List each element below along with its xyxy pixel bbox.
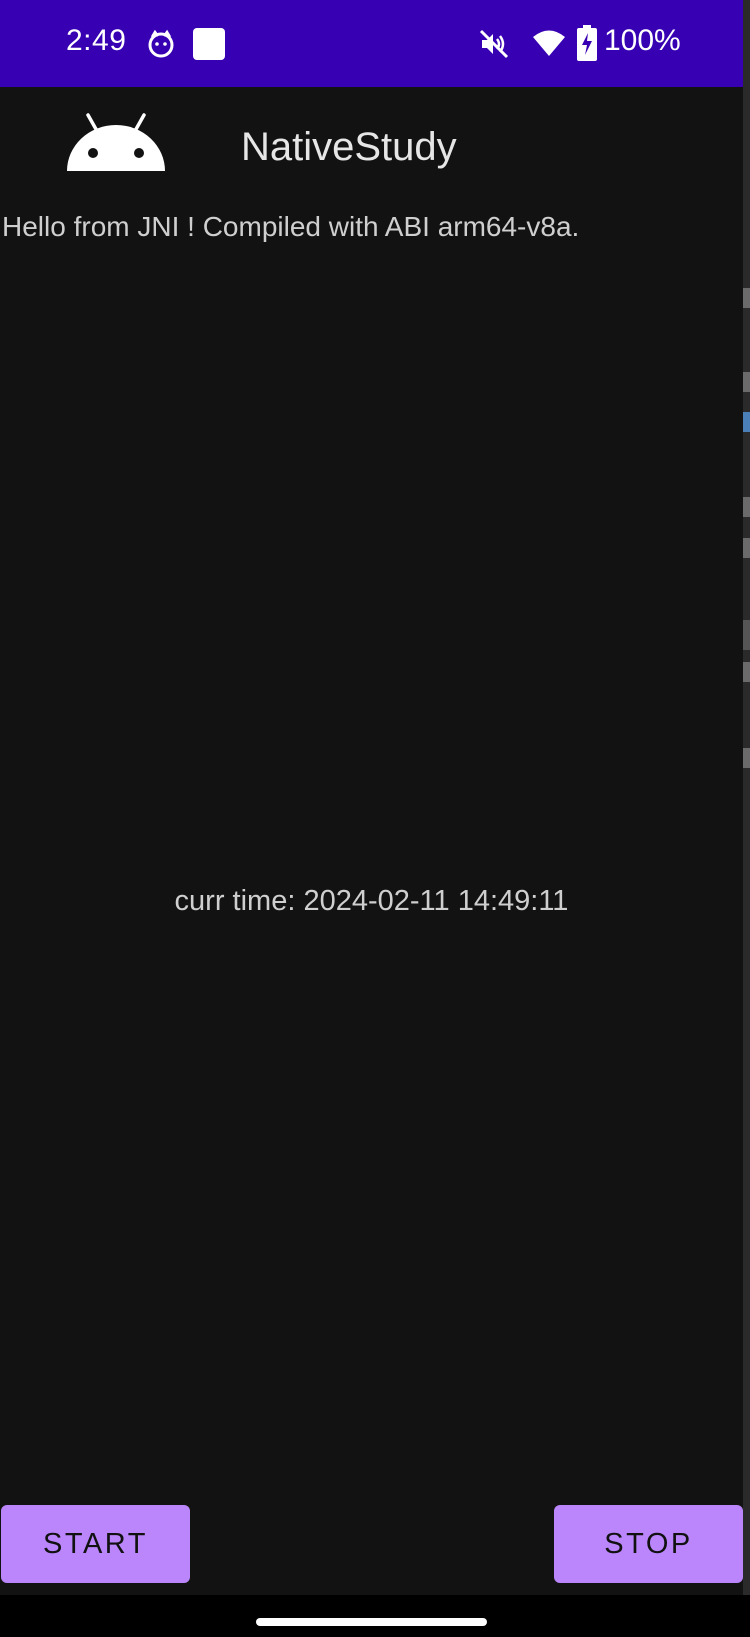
cat-notification-icon [148,29,174,58]
jni-hello-text: Hello from JNI ! Compiled with ABI arm64… [2,211,580,242]
edge-mark [743,748,750,768]
edge-mark [743,620,750,650]
edge-mark [743,497,750,517]
edge-mark [743,662,750,682]
stop-button[interactable]: STOP [554,1505,743,1583]
edge-mark [743,538,750,558]
gesture-handle[interactable] [256,1618,487,1626]
edge-mark [743,372,750,392]
square-notification-icon [193,28,225,60]
mute-icon [479,29,509,59]
status-bar: 2:49 100% [0,0,743,87]
app-title: NativeStudy [241,125,457,169]
edge-mark [743,412,750,432]
battery-charging-icon [577,25,597,61]
start-button[interactable]: START [1,1505,190,1583]
current-time-text: curr time: 2024-02-11 14:49:11 [174,885,569,917]
status-time: 2:49 [66,24,127,57]
phone-screen: 2:49 100% NativeStudy Hello from JNI ! C… [0,0,750,1637]
battery-percent: 100% [604,24,681,57]
android-robot-icon [67,113,165,171]
wifi-icon [533,30,565,56]
edge-mark [743,288,750,308]
background-window-edge [743,0,750,1595]
navigation-bar [0,1595,750,1637]
app-toolbar: NativeStudy [0,87,743,207]
